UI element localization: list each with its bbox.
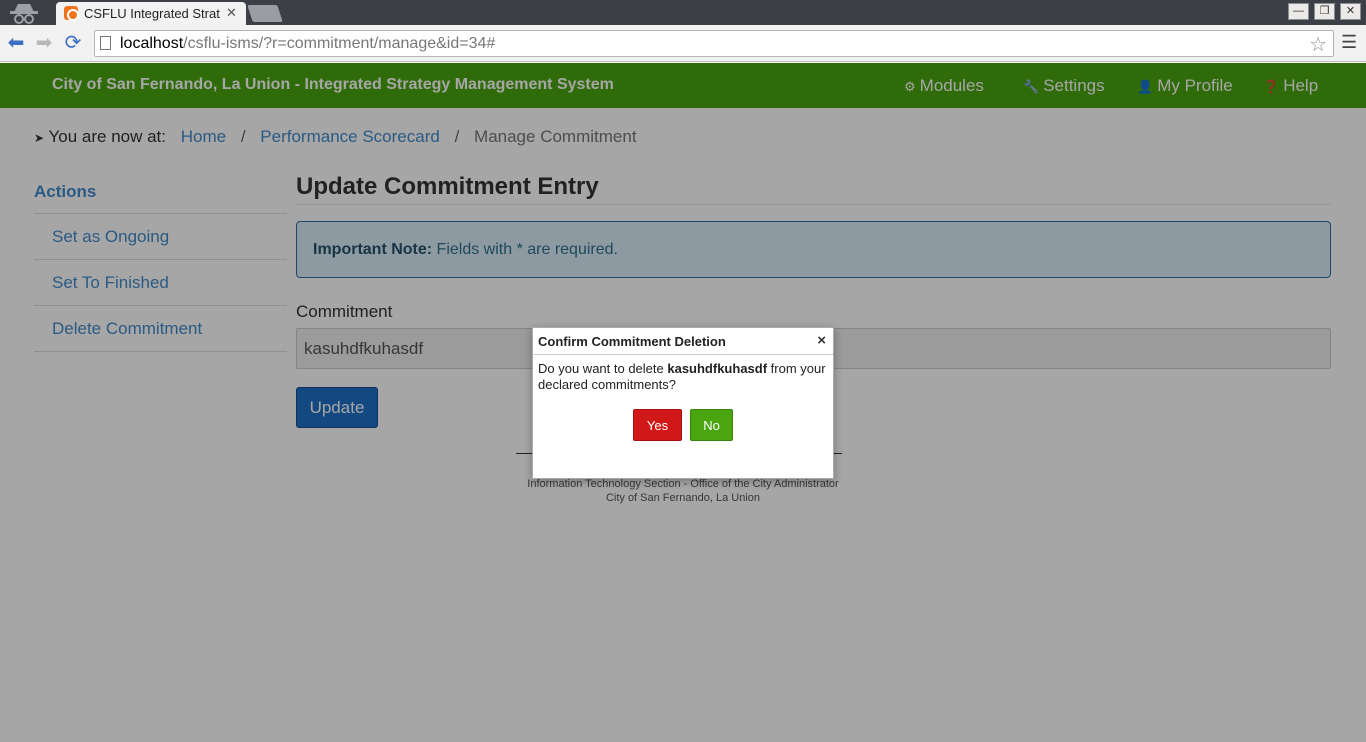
dialog-header: Confirm Commitment Deletion × bbox=[533, 328, 833, 355]
chrome-menu-icon[interactable]: ☰ bbox=[1341, 32, 1357, 53]
reload-icon[interactable]: ⟳ bbox=[61, 31, 85, 55]
browser-tabstrip: CSFLU Integrated Strat ✕ — ❐ ✕ bbox=[0, 0, 1366, 25]
close-window-button[interactable]: ✕ bbox=[1340, 3, 1361, 20]
no-button[interactable]: No bbox=[690, 409, 733, 441]
minimize-button[interactable]: — bbox=[1288, 3, 1309, 20]
address-bar[interactable]: localhost/csflu-isms/?r=commitment/manag… bbox=[94, 30, 1334, 57]
bookmark-star-icon[interactable]: ☆ bbox=[1309, 32, 1327, 57]
dialog-close-icon[interactable]: × bbox=[817, 332, 826, 349]
dialog-title: Confirm Commitment Deletion bbox=[538, 334, 726, 349]
dialog-message: Do you want to delete kasuhdfkuhasdf fro… bbox=[538, 361, 826, 392]
yes-button[interactable]: Yes bbox=[633, 409, 682, 441]
new-tab-button[interactable] bbox=[247, 5, 283, 22]
restore-button[interactable]: ❐ bbox=[1314, 3, 1335, 20]
back-arrow-icon[interactable]: ⬅ bbox=[4, 31, 28, 55]
forward-arrow-icon[interactable]: ➡ bbox=[32, 31, 56, 55]
dialog-item-name: kasuhdfkuhasdf bbox=[667, 361, 768, 376]
browser-toolbar: ⬅ ➡ ⟳ localhost/csflu-isms/?r=commitment… bbox=[0, 25, 1366, 62]
tab-close-icon[interactable]: ✕ bbox=[226, 5, 237, 21]
incognito-icon bbox=[10, 4, 38, 24]
xampp-favicon-icon bbox=[64, 6, 79, 21]
confirm-deletion-dialog: Confirm Commitment Deletion × Do you wan… bbox=[532, 327, 834, 479]
url-text[interactable]: localhost/csflu-isms/?r=commitment/manag… bbox=[120, 35, 495, 53]
browser-tab[interactable]: CSFLU Integrated Strat ✕ bbox=[56, 2, 246, 25]
page-icon bbox=[100, 36, 111, 50]
tab-title: CSFLU Integrated Strat bbox=[84, 6, 220, 21]
